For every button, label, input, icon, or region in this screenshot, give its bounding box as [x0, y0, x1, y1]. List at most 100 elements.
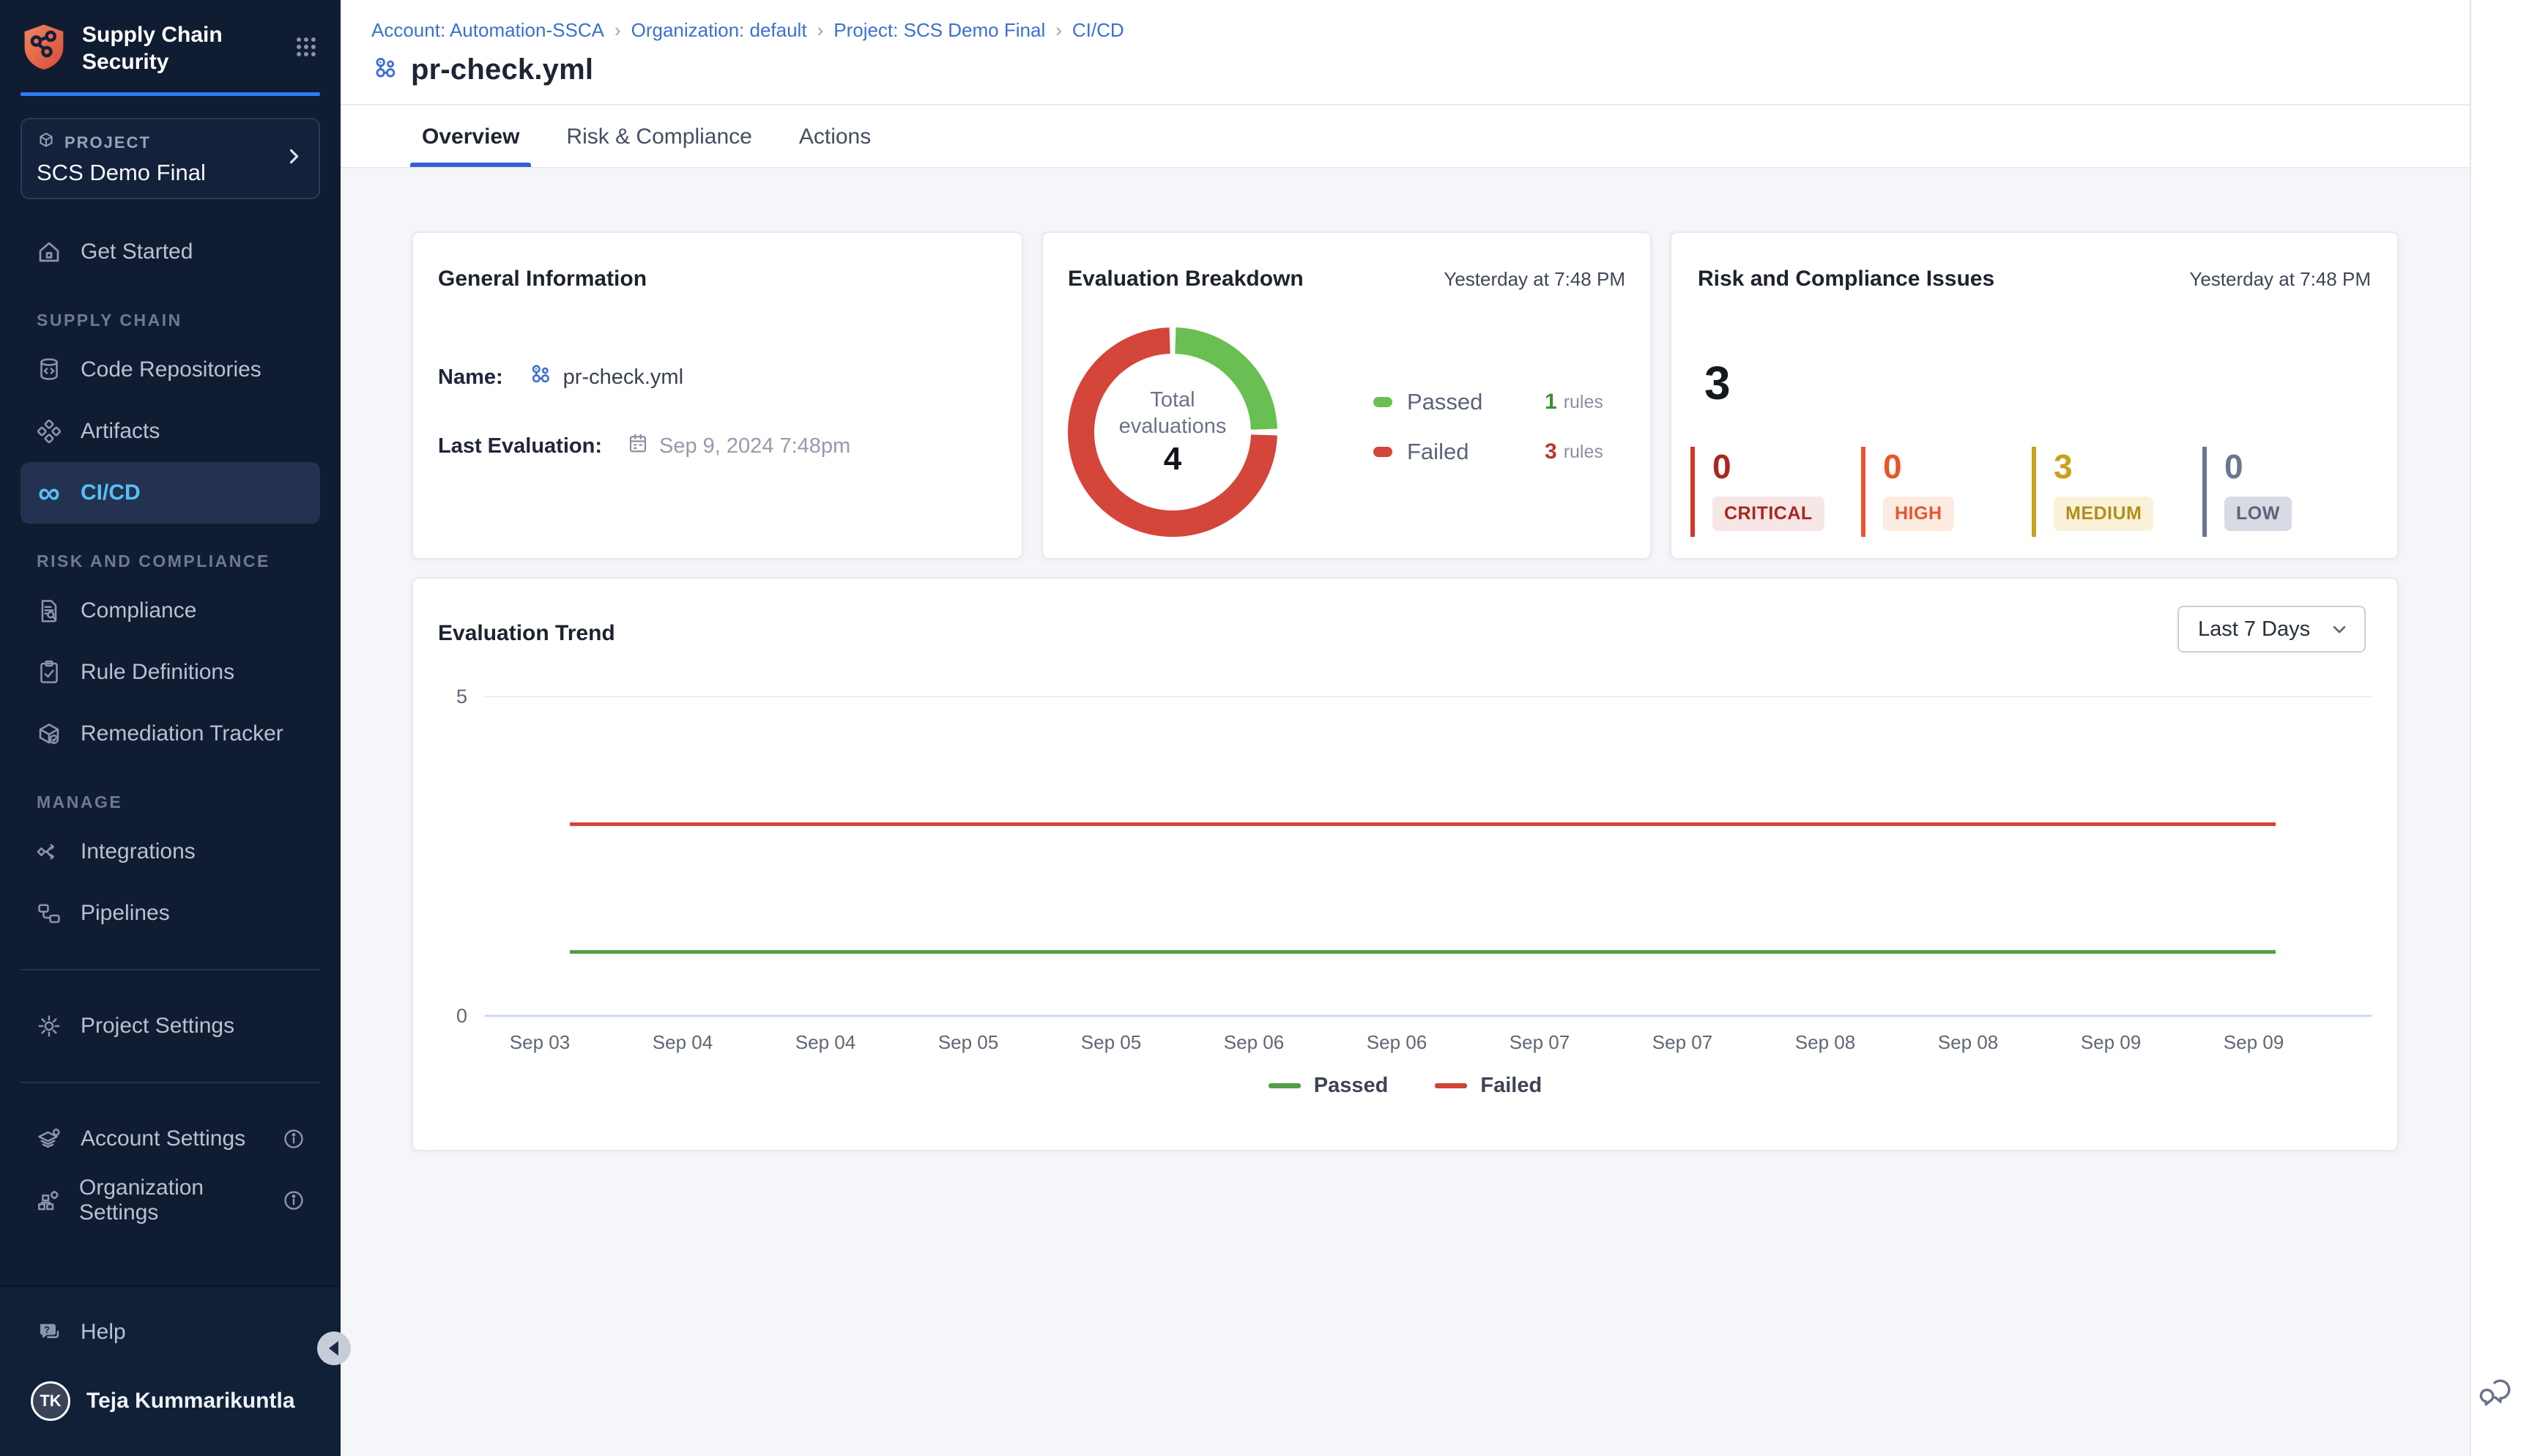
user-name: Teja Kummarikuntla	[86, 1389, 295, 1414]
sidebar-item-label: Help	[81, 1320, 126, 1345]
legend-item-passed: Passed1rules	[1373, 388, 1603, 416]
project-selector[interactable]: PROJECT SCS Demo Final	[21, 118, 320, 199]
time-range-value: Last 7 Days	[2198, 617, 2310, 642]
svg-text:Sep 06: Sep 06	[1224, 1031, 1284, 1053]
sidebar-footer-nav: Project Settings Account Settings Organiza…	[0, 969, 341, 1231]
sidebar-item-remediation-tracker[interactable]: Remediation Tracker	[21, 703, 320, 765]
svg-text:Sep 09: Sep 09	[2224, 1031, 2284, 1053]
svg-text:Sep 03: Sep 03	[510, 1031, 570, 1053]
brand-row: Supply Chain Security	[0, 0, 341, 76]
name-label: Name:	[438, 365, 503, 390]
sidebar-item-account-settings[interactable]: Account Settings	[21, 1108, 320, 1170]
info-icon[interactable]	[282, 1189, 305, 1212]
chat-bubbles-icon[interactable]	[2479, 1376, 2514, 1415]
breadcrumb-link[interactable]: Organization: default	[631, 19, 807, 42]
legend-unit: rules	[1564, 442, 1603, 463]
tab-overview[interactable]: Overview	[419, 105, 522, 167]
svg-text:Sep 04: Sep 04	[795, 1031, 855, 1053]
sidebar-item-cicd[interactable]: ∞CI/CD	[21, 462, 320, 524]
severity-low: 0 LOW	[2202, 447, 2373, 537]
repo-icon	[35, 357, 63, 383]
sidebar-item-organization-settings[interactable]: Organization Settings	[21, 1170, 320, 1231]
legend-dot	[1373, 447, 1392, 457]
sidebar-item-get-started[interactable]: Get Started	[21, 221, 320, 283]
apps-grid-icon[interactable]	[294, 34, 319, 63]
time-range-select[interactable]: Last 7 Days	[2177, 606, 2366, 653]
svg-text:Sep 05: Sep 05	[1081, 1031, 1141, 1053]
breadcrumb-link[interactable]: Project: SCS Demo Final	[833, 19, 1045, 42]
severity-summary: 0CRITICAL0HIGH3MEDIUM0LOW	[1690, 447, 2373, 537]
svg-text:5: 5	[456, 686, 467, 707]
legend-dot	[1373, 397, 1392, 407]
severity-count: 0	[2224, 450, 2373, 483]
main-content: Account: Automation-SSCA›Organization: d…	[341, 0, 2470, 1456]
content: General Information Name:	[341, 168, 2470, 1151]
donut-center-value: 4	[1164, 441, 1181, 478]
sidebar-item-label: Code Repositories	[81, 357, 261, 382]
page-header: Account: Automation-SSCA›Organization: d…	[341, 0, 2470, 105]
box-shield-icon	[35, 721, 63, 747]
brand-accent-rule	[21, 92, 320, 96]
app-title: Supply Chain Security	[82, 22, 250, 76]
legend-label: Passed	[1314, 1074, 1389, 1098]
card-title: Evaluation Trend	[438, 621, 2372, 646]
legend-label: Passed	[1407, 389, 1518, 415]
sidebar-item-integrations[interactable]: Integrations	[21, 821, 320, 883]
tab-risk-compliance[interactable]: Risk & Compliance	[563, 105, 754, 167]
legend-label: Failed	[1407, 439, 1518, 465]
card-timestamp: Yesterday at 7:48 PM	[2189, 268, 2371, 291]
severity-badge: CRITICAL	[1712, 497, 1824, 531]
last-evaluation-label: Last Evaluation:	[438, 434, 602, 458]
card-title: General Information	[438, 267, 997, 291]
sidebar-item-project-settings[interactable]: Project Settings	[21, 995, 320, 1057]
sidebar-item-label: Artifacts	[81, 419, 160, 444]
org-gear-icon	[35, 1187, 62, 1214]
sidebar-item-pipelines[interactable]: Pipelines	[21, 883, 320, 944]
sidebar-item-help[interactable]: ? Help	[21, 1301, 320, 1363]
doc-search-icon	[35, 598, 63, 624]
info-icon[interactable]	[282, 1127, 305, 1151]
severity-badge: LOW	[2224, 497, 2292, 531]
sidebar-section-label: RISK AND COMPLIANCE	[21, 551, 320, 571]
sidebar-collapse-handle[interactable]	[317, 1331, 351, 1365]
svg-text:0: 0	[456, 1005, 467, 1027]
trend-legend-failed: Failed	[1435, 1074, 1542, 1098]
trend-chart: 05Sep 03Sep 04Sep 04Sep 05Sep 05Sep 06Se…	[438, 677, 2375, 1087]
sidebar-section-label: SUPPLY CHAIN	[21, 311, 320, 330]
breadcrumb-link[interactable]: Account: Automation-SSCA	[371, 19, 604, 42]
sidebar-item-compliance[interactable]: Compliance	[21, 580, 320, 642]
last-evaluation-value: Sep 9, 2024 7:48pm	[659, 434, 850, 458]
svg-text:Sep 06: Sep 06	[1367, 1031, 1427, 1053]
legend-swatch	[1269, 1083, 1301, 1088]
user-menu[interactable]: TK Teja Kummarikuntla	[21, 1370, 320, 1432]
evaluation-breakdown-card: Evaluation Breakdown Yesterday at 7:48 P…	[1042, 231, 1652, 560]
last-evaluation-row: Last Evaluation: Sep 9, 2024 7:48pm	[438, 432, 997, 460]
tab-actions[interactable]: Actions	[796, 105, 874, 167]
sidebar-item-artifacts[interactable]: Artifacts	[21, 401, 320, 462]
svg-text:?: ?	[44, 1324, 50, 1335]
svg-text:Sep 09: Sep 09	[2081, 1031, 2141, 1053]
sidebar-item-label: Account Settings	[81, 1126, 245, 1151]
clipboard-check-icon	[35, 659, 63, 686]
chevron-right-icon	[283, 146, 304, 171]
name-row: Name: pr-check.yml	[438, 362, 997, 393]
svg-text:Sep 07: Sep 07	[1510, 1031, 1570, 1053]
severity-count: 0	[1883, 450, 2032, 483]
severity-critical: 0CRITICAL	[1690, 447, 1861, 537]
sidebar-item-rule-definitions[interactable]: Rule Definitions	[21, 642, 320, 703]
divider	[21, 969, 320, 970]
chevron-down-icon	[2329, 619, 2350, 639]
svg-text:Sep 04: Sep 04	[653, 1031, 713, 1053]
pipeline-icon	[528, 362, 553, 393]
sidebar-item-code-repositories[interactable]: Code Repositories	[21, 339, 320, 401]
pipeline-icon	[371, 54, 399, 86]
sidebar-item-label: Compliance	[81, 598, 196, 623]
breadcrumb-link[interactable]: CI/CD	[1072, 19, 1124, 42]
severity-high: 0HIGH	[1861, 447, 2032, 537]
sidebar-item-label: Project Settings	[81, 1014, 234, 1039]
sidebar-item-label: CI/CD	[81, 480, 141, 505]
trend-legend-passed: Passed	[1269, 1074, 1389, 1098]
sidebar-item-label: Pipelines	[81, 901, 170, 926]
severity-count: 3	[2054, 450, 2202, 483]
project-eyebrow-label: PROJECT	[64, 133, 151, 152]
